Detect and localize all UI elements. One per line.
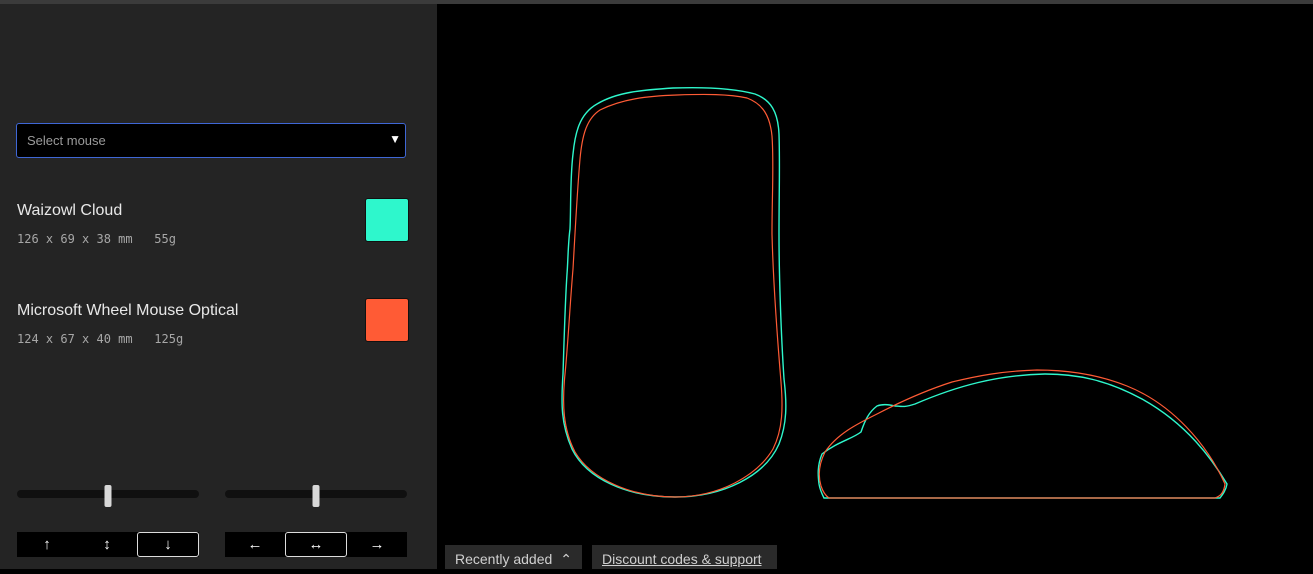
arrow-right-icon: → — [369, 536, 385, 553]
slider-thumb[interactable] — [104, 485, 112, 507]
horizontal-align-buttons: ← ↔ → — [225, 532, 407, 557]
arrow-left-right-icon: ↔ — [308, 536, 324, 553]
arrow-down-button[interactable]: ↓ — [137, 532, 199, 557]
chevron-up-icon: ⌃ — [560, 551, 572, 567]
arrow-down-icon: ↓ — [164, 536, 172, 553]
recently-added-tab[interactable]: Recently added ⌃ — [445, 545, 582, 569]
vertical-offset-slider[interactable] — [17, 485, 199, 507]
arrow-up-icon: ↑ — [43, 536, 51, 553]
discount-codes-label: Discount codes & support — [602, 551, 762, 567]
mouse-name: Waizowl Cloud — [17, 202, 123, 219]
arrow-left-icon: ← — [247, 536, 263, 553]
mouse-name: Microsoft Wheel Mouse Optical — [17, 302, 239, 319]
arrow-up-down-button[interactable]: ↕ — [77, 532, 137, 557]
arrow-up-down-icon: ↕ — [103, 536, 111, 553]
shape-canvas — [437, 4, 1313, 569]
mouse-search-input[interactable] — [27, 124, 377, 157]
arrow-left-right-button[interactable]: ↔ — [285, 532, 347, 557]
mouse-entry-2: Microsoft Wheel Mouse Optical 124 x 67 x… — [17, 298, 409, 354]
arrow-up-button[interactable]: ↑ — [17, 532, 77, 557]
sidebar: ▼ Waizowl Cloud 126 x 69 x 38 mm 55g Mic… — [0, 4, 437, 569]
top-view-outline-mouse-2 — [562, 93, 783, 498]
vertical-align-buttons: ↑ ↕ ↓ — [17, 532, 199, 557]
horizontal-offset-slider[interactable] — [225, 485, 407, 507]
arrow-right-button[interactable]: → — [347, 532, 407, 557]
mouse-dimensions: 124 x 67 x 40 mm 125g — [17, 332, 184, 346]
mouse-color-swatch[interactable] — [365, 198, 409, 242]
recently-added-label: Recently added — [455, 551, 553, 567]
discount-codes-link[interactable]: Discount codes & support — [592, 545, 777, 569]
mouse-outline-overlay — [561, 86, 1228, 499]
top-view-outline-mouse-1 — [561, 86, 787, 498]
side-view-outline-mouse-2 — [818, 369, 1226, 499]
dropdown-caret-icon[interactable]: ▼ — [389, 132, 401, 146]
mouse-color-swatch[interactable] — [365, 298, 409, 342]
mouse-entry-1: Waizowl Cloud 126 x 69 x 38 mm 55g — [17, 198, 409, 254]
side-view-outline-mouse-1 — [817, 373, 1228, 499]
mouse-dimensions: 126 x 69 x 38 mm 55g — [17, 232, 176, 246]
mouse-select[interactable]: ▼ — [16, 123, 406, 158]
slider-thumb[interactable] — [312, 485, 320, 507]
arrow-left-button[interactable]: ← — [225, 532, 285, 557]
